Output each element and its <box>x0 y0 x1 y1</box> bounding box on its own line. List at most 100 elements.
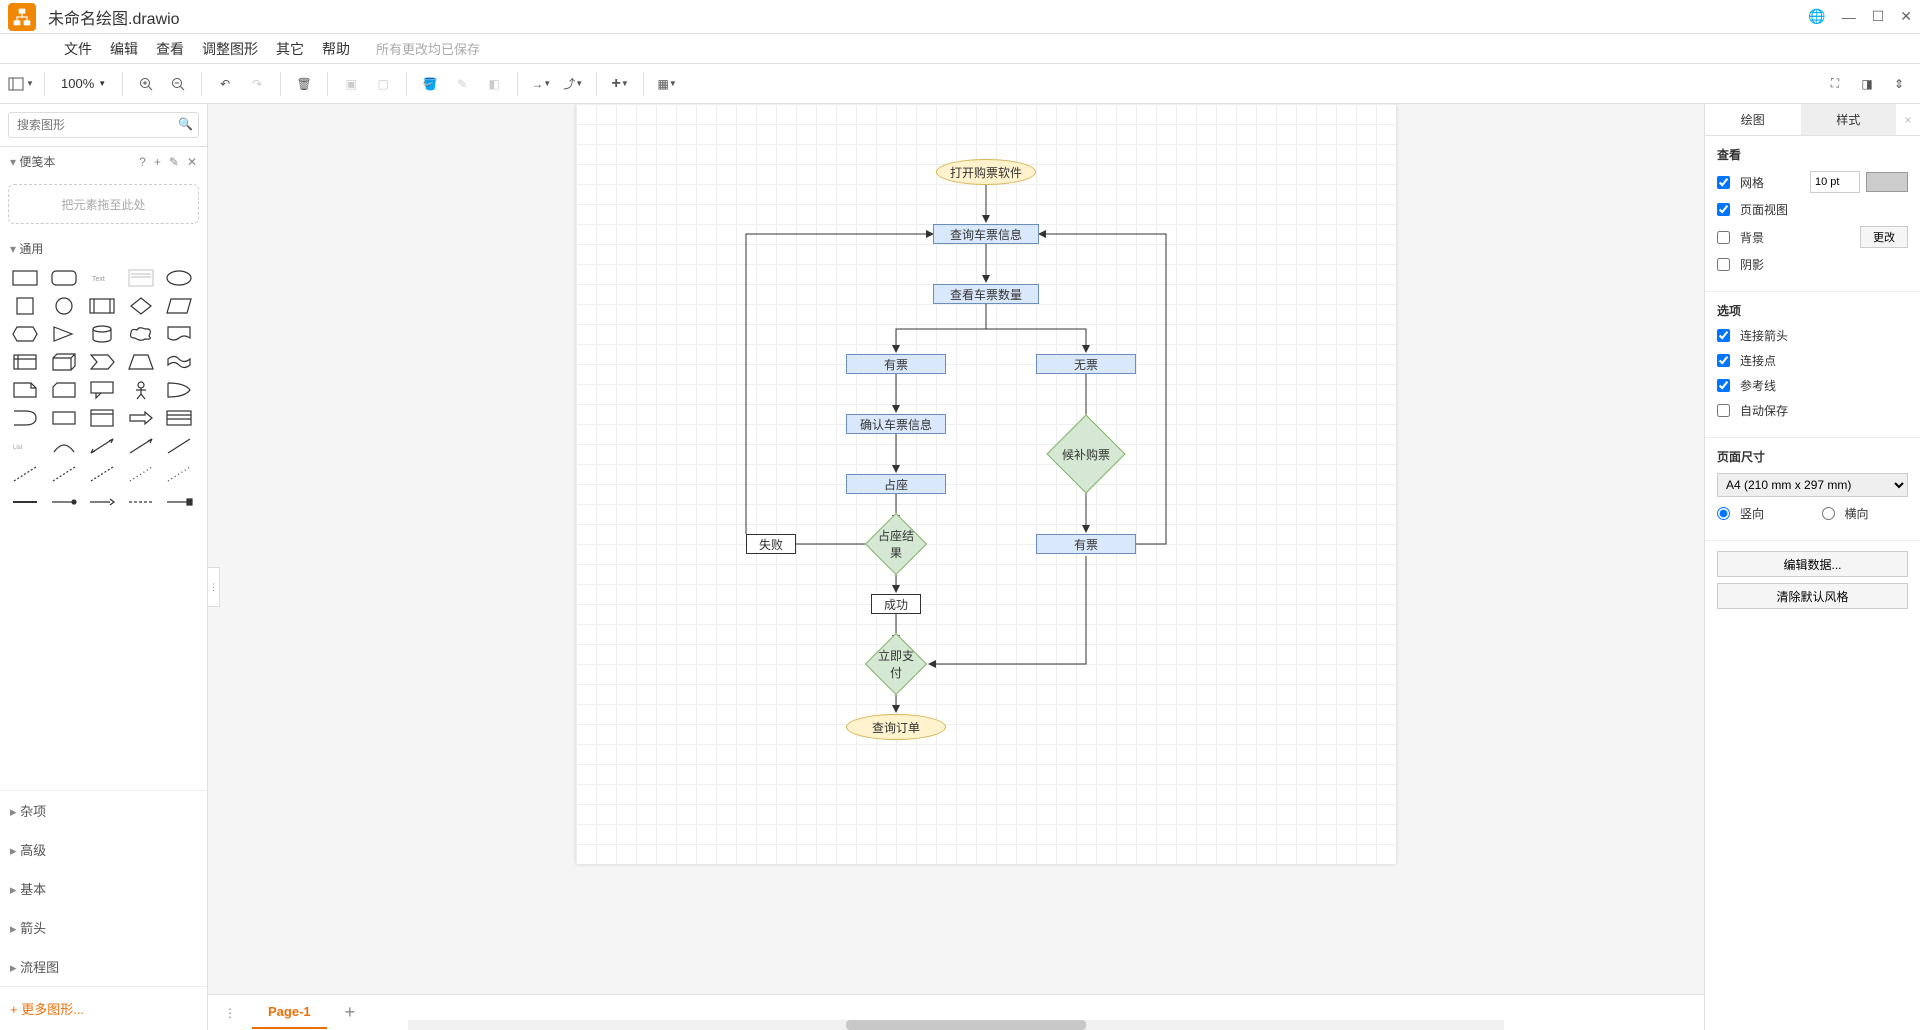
maximize-button[interactable]: ☐ <box>1872 8 1885 25</box>
node-waitlist[interactable]: 候补购票 <box>1058 426 1114 482</box>
menu-arrange[interactable]: 调整图形 <box>202 39 258 59</box>
node-query-order[interactable]: 查询订单 <box>846 714 946 740</box>
tab-diagram[interactable]: 绘图 <box>1705 104 1801 135</box>
sidebar-toggle-icon[interactable]: ▼ <box>8 71 34 97</box>
scratchpad-dropzone[interactable]: 把元素拖至此处 <box>8 184 199 224</box>
shape-arrow[interactable] <box>126 407 156 429</box>
category-advanced[interactable]: 高级 <box>0 830 207 869</box>
shape-datastore[interactable] <box>49 407 79 429</box>
node-reserve[interactable]: 占座 <box>846 474 946 494</box>
node-start[interactable]: 打开购票软件 <box>936 159 1036 185</box>
connection-icon[interactable]: →▼ <box>528 71 554 97</box>
line-color-icon[interactable]: ✎ <box>449 71 475 97</box>
menu-view[interactable]: 查看 <box>156 39 184 59</box>
globe-icon[interactable]: 🌐 <box>1808 8 1825 25</box>
waypoint-icon[interactable]: ⤴▼ <box>560 71 586 97</box>
shape-triangle[interactable] <box>49 323 79 345</box>
page-tab-1[interactable]: Page-1 <box>252 996 327 1029</box>
shape-dashed-bidir[interactable] <box>10 463 40 485</box>
shape-cylinder[interactable] <box>87 323 117 345</box>
shape-circle[interactable] <box>49 295 79 317</box>
shape-cube[interactable] <box>49 351 79 373</box>
shapes-section-header[interactable]: 通用 <box>0 232 207 261</box>
background-checkbox[interactable] <box>1717 231 1730 244</box>
pagesize-select[interactable]: A4 (210 mm x 297 mm) <box>1717 473 1908 497</box>
shape-step[interactable] <box>87 351 117 373</box>
shape-link1[interactable] <box>10 491 40 513</box>
shadow-icon[interactable]: ◧ <box>481 71 507 97</box>
shape-list2[interactable]: List <box>10 435 40 457</box>
shape-tape[interactable] <box>164 351 194 373</box>
shape-dashed-line[interactable] <box>87 463 117 485</box>
shape-dotted-bidir[interactable] <box>126 463 156 485</box>
zoom-in-icon[interactable] <box>133 71 159 97</box>
close-button[interactable]: ✕ <box>1900 8 1912 25</box>
shape-diamond[interactable] <box>126 295 156 317</box>
canvas[interactable]: 打开购票软件 查询车票信息 查看车票数量 有票 无票 确认车票信息 占座 候补购… <box>426 104 1486 864</box>
shape-card[interactable] <box>49 379 79 401</box>
shape-arrow-line[interactable] <box>126 435 156 457</box>
node-fail[interactable]: 失败 <box>746 534 796 554</box>
conn-arrows-checkbox[interactable] <box>1717 329 1730 342</box>
shape-document[interactable] <box>164 323 194 345</box>
shape-dotted-line[interactable] <box>164 463 194 485</box>
scratchpad-close-icon[interactable]: ✕ <box>187 155 197 169</box>
portrait-radio[interactable] <box>1717 507 1730 520</box>
menu-help[interactable]: 帮助 <box>322 39 350 59</box>
shape-hexagon[interactable] <box>10 323 40 345</box>
node-has-ticket[interactable]: 有票 <box>846 354 946 374</box>
node-has-ticket2[interactable]: 有票 <box>1036 534 1136 554</box>
edit-data-button[interactable]: 编辑数据... <box>1717 551 1908 577</box>
shape-list[interactable] <box>164 407 194 429</box>
undo-icon[interactable]: ↶ <box>212 71 238 97</box>
shape-dashed-arrow[interactable] <box>49 463 79 485</box>
shape-textbox[interactable] <box>126 267 156 289</box>
shape-parallelogram[interactable] <box>164 295 194 317</box>
shape-cloud[interactable] <box>126 323 156 345</box>
node-check-qty[interactable]: 查看车票数量 <box>933 284 1039 304</box>
landscape-radio[interactable] <box>1822 507 1835 520</box>
node-confirm-info[interactable]: 确认车票信息 <box>846 414 946 434</box>
pageview-checkbox[interactable] <box>1717 203 1730 216</box>
to-back-icon[interactable]: ▢ <box>370 71 396 97</box>
shape-link2[interactable] <box>49 491 79 513</box>
horizontal-scrollbar[interactable] <box>408 1020 1504 1030</box>
search-icon[interactable]: 🔍 <box>178 117 193 131</box>
sidebar-collapse-handle[interactable]: ⋮ <box>208 567 220 607</box>
more-shapes-button[interactable]: + 更多图形... <box>0 986 207 1030</box>
conn-points-checkbox[interactable] <box>1717 354 1730 367</box>
shape-actor[interactable] <box>126 379 156 401</box>
redo-icon[interactable]: ↷ <box>244 71 270 97</box>
shape-text[interactable]: Text <box>87 267 117 289</box>
shape-note[interactable] <box>10 379 40 401</box>
shape-link3[interactable] <box>87 491 117 513</box>
shape-ellipse[interactable] <box>164 267 194 289</box>
to-front-icon[interactable]: ▣ <box>338 71 364 97</box>
insert-icon[interactable]: +▼ <box>607 71 633 97</box>
menu-extras[interactable]: 其它 <box>276 39 304 59</box>
table-icon[interactable]: ▦▼ <box>654 71 680 97</box>
shape-callout[interactable] <box>87 379 117 401</box>
tab-style[interactable]: 样式 <box>1801 104 1897 135</box>
format-panel-icon[interactable]: ◨ <box>1854 71 1880 97</box>
shape-or[interactable] <box>164 379 194 401</box>
category-basic[interactable]: 基本 <box>0 869 207 908</box>
node-pay-now[interactable]: 立即支付 <box>874 642 918 686</box>
clear-style-button[interactable]: 清除默认风格 <box>1717 583 1908 609</box>
menu-file[interactable]: 文件 <box>64 39 92 59</box>
document-title[interactable]: 未命名绘图.drawio <box>48 5 180 29</box>
shape-link5[interactable] <box>164 491 194 513</box>
shape-square[interactable] <box>10 295 40 317</box>
scratchpad-add-icon[interactable]: + <box>154 155 161 169</box>
fullscreen-icon[interactable]: ⛶ <box>1822 71 1848 97</box>
autosave-checkbox[interactable] <box>1717 404 1730 417</box>
search-input[interactable] <box>8 112 199 138</box>
pages-menu-icon[interactable]: ⋮ <box>216 999 244 1027</box>
change-bg-button[interactable]: 更改 <box>1860 226 1908 248</box>
zoom-selector[interactable]: 100%▼ <box>55 76 112 91</box>
category-arrows[interactable]: 箭头 <box>0 908 207 947</box>
scratchpad-edit-icon[interactable]: ✎ <box>169 155 179 169</box>
scratchpad-help-icon[interactable]: ? <box>139 155 146 169</box>
grid-size-input[interactable] <box>1810 171 1860 193</box>
shape-bidir-arrow[interactable] <box>87 435 117 457</box>
